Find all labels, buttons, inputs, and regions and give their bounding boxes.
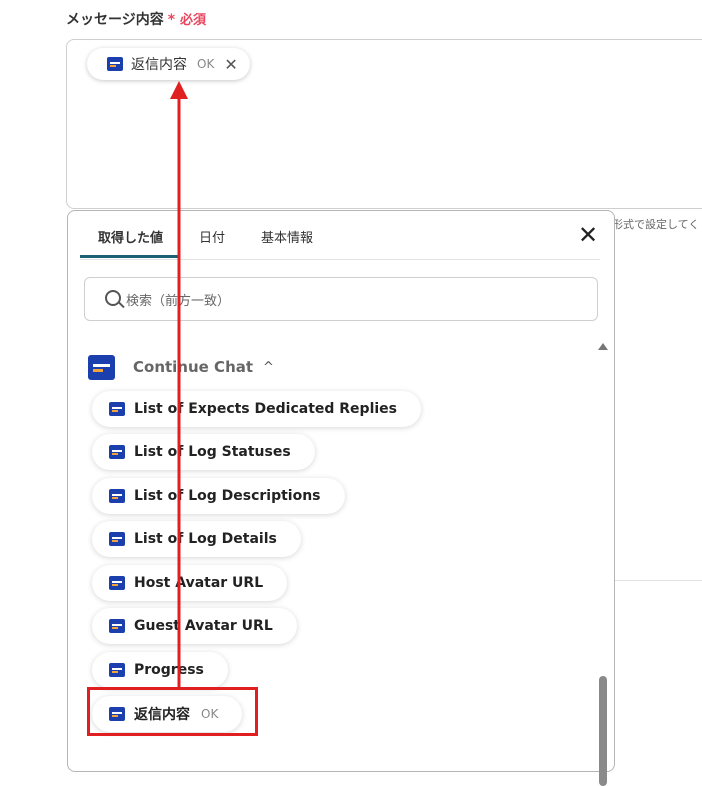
annotation-arrow [170,81,188,690]
arrow-head-icon [170,81,188,99]
